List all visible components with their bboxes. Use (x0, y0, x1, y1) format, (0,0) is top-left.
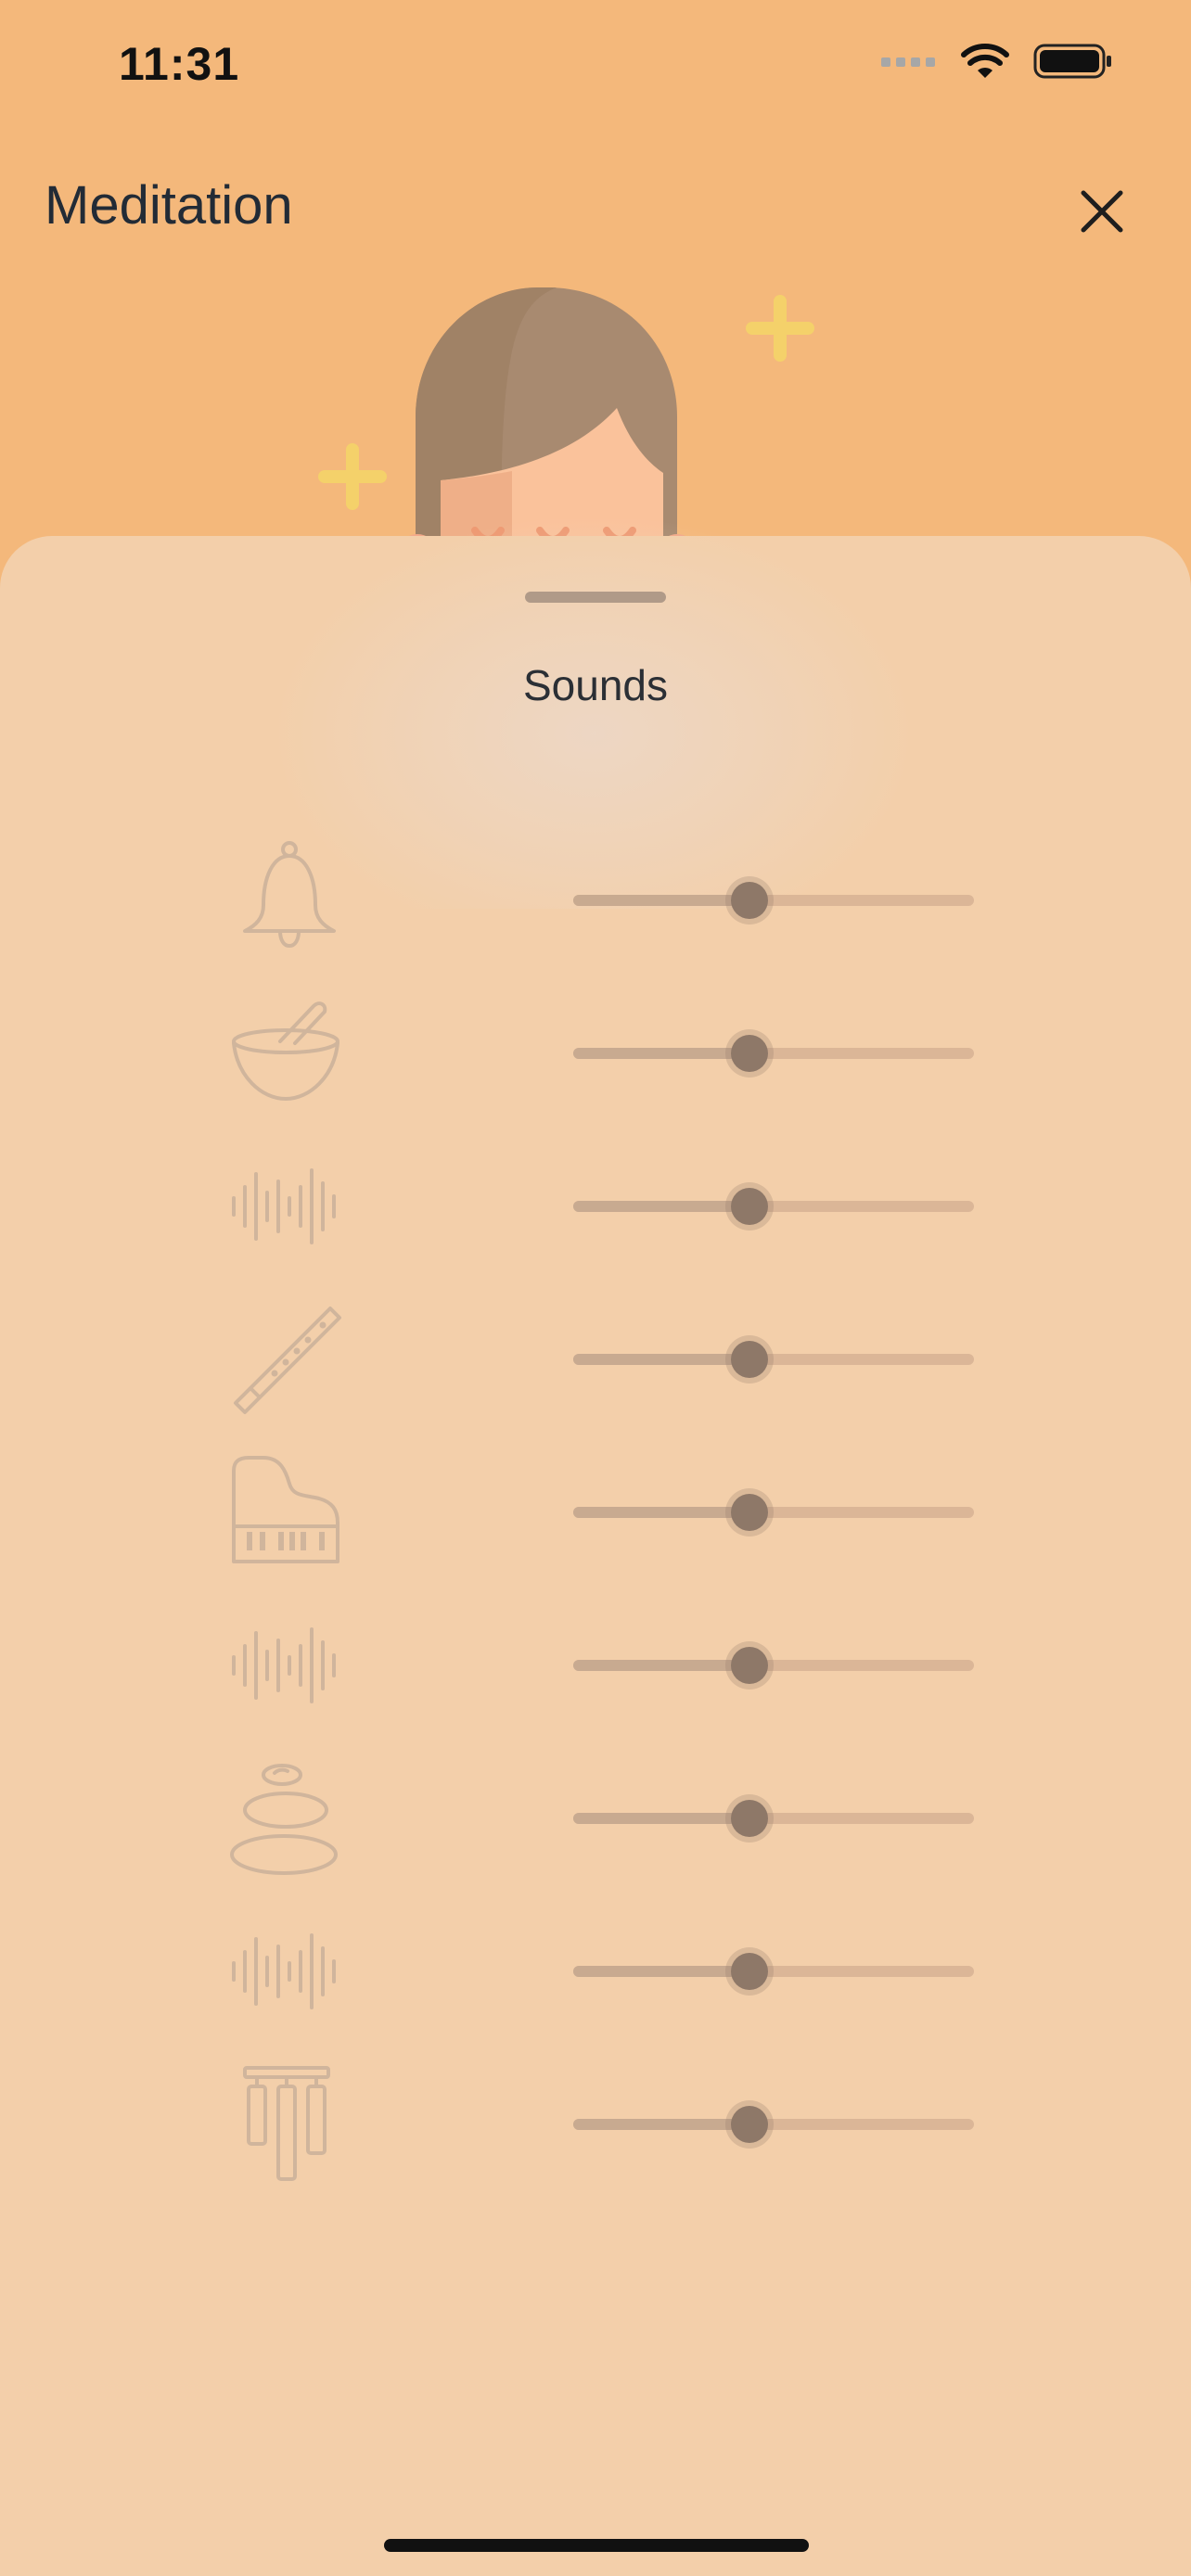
volume-slider[interactable] (573, 1953, 974, 1990)
volume-slider[interactable] (573, 882, 974, 919)
waveform-icon (232, 1168, 336, 1244)
close-button[interactable] (1072, 182, 1132, 241)
sheet-title: Sounds (522, 661, 668, 709)
sound-row-piano (0, 1452, 1191, 1573)
volume-slider[interactable] (573, 1647, 974, 1684)
status-time: 11:31 (119, 38, 240, 90)
sound-row-stones (0, 1758, 1191, 1879)
sheet-grabber[interactable] (525, 592, 666, 603)
status-icons (881, 43, 1113, 80)
volume-slider[interactable] (573, 1035, 974, 1072)
waveform-icon (232, 1627, 336, 1703)
singing-bowl-icon (232, 1001, 339, 1101)
sound-row-waveform-3 (0, 1911, 1191, 2032)
slider-thumb[interactable] (731, 2106, 769, 2143)
volume-slider[interactable] (573, 1188, 974, 1225)
slider-thumb[interactable] (731, 1800, 769, 1837)
sound-row-waveform-1 (0, 1146, 1191, 1267)
stones-icon (230, 1764, 338, 1875)
page-title: Meditation (45, 175, 293, 236)
meditating-character-illustration (318, 287, 814, 556)
flute-icon (234, 1307, 341, 1414)
volume-slider[interactable] (573, 2106, 974, 2143)
waveform-icon (232, 1933, 336, 2009)
home-indicator (384, 2539, 809, 2552)
sound-row-bell (0, 840, 1191, 961)
slider-thumb[interactable] (731, 1035, 769, 1072)
slider-thumb[interactable] (731, 1647, 769, 1684)
slider-thumb[interactable] (731, 1494, 769, 1531)
wind-chimes-icon (243, 2066, 330, 2181)
sound-row-waveform-2 (0, 1605, 1191, 1726)
piano-icon (232, 1456, 339, 1563)
volume-slider[interactable] (573, 1341, 974, 1378)
battery-icon (1033, 44, 1111, 79)
sound-row-singing-bowl (0, 993, 1191, 1114)
slider-thumb[interactable] (731, 1953, 769, 1990)
volume-slider[interactable] (573, 1800, 974, 1837)
sound-row-flute (0, 1299, 1191, 1420)
bell-icon (243, 841, 336, 948)
slider-thumb[interactable] (731, 1341, 769, 1378)
volume-slider[interactable] (573, 1494, 974, 1531)
sound-row-wind-chimes (0, 2064, 1191, 2185)
wifi-icon (961, 44, 1009, 78)
cellular-signal-icon (881, 57, 935, 67)
slider-thumb[interactable] (731, 882, 769, 919)
slider-thumb[interactable] (731, 1188, 769, 1225)
